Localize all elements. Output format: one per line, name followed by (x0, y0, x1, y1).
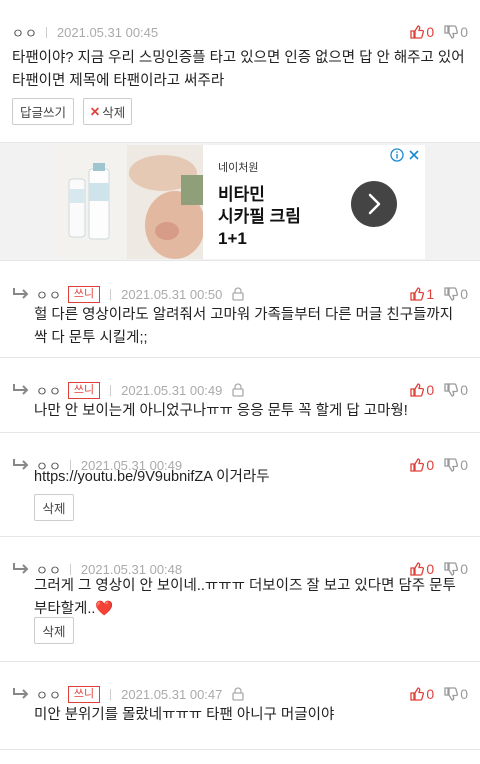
nickname: ㅇㅇ (12, 25, 38, 41)
reply-arrow-icon (13, 688, 29, 699)
comment-text: 헐 다른 영상이라도 알려줘서 고마워 가족들부터 다른 머글 친구들까지 싹 … (34, 307, 454, 346)
reply-button-label: 답글쓰기 (19, 106, 66, 120)
downvote-button[interactable]: 0 (444, 24, 468, 40)
delete-button[interactable]: ✕ 삭제 (83, 98, 132, 125)
upvote-count: 1 (426, 286, 435, 302)
thumbs-down-icon (444, 383, 459, 397)
reply-arrow-icon (13, 459, 29, 470)
reply-comment-5: ㅇㅇ 쓰니 2021.05.31 00:47 0 0 미안 분위기를 몰랐네ㅠㅠ… (0, 662, 480, 750)
ad-arrow-button[interactable] (351, 181, 397, 227)
ad-banner[interactable]: 네이처원 비타민 시카필 크림 1+1 (55, 145, 425, 259)
author-badge: 쓰니 (67, 381, 101, 399)
thumbs-up-icon (410, 383, 425, 397)
upvote-button[interactable]: 0 (410, 382, 434, 398)
vote-area: 0 0 (400, 686, 468, 702)
thumbs-down-icon (444, 687, 459, 701)
divider (110, 384, 112, 396)
reply-arrow-icon (13, 384, 29, 395)
upvote-button[interactable]: 0 (410, 686, 434, 702)
vote-area: 1 0 (400, 286, 468, 302)
reply-comment-2: ㅇㅇ 쓰니 2021.05.31 00:49 0 0 나만 안 보이는게 아니었… (0, 358, 480, 433)
ad-brand: 네이처원 (218, 162, 259, 174)
author-badge: 쓰니 (67, 285, 101, 303)
comment-1: ㅇㅇ 2021.05.31 00:45 0 0 타팬이야? 지금 우리 스밍인증… (0, 0, 480, 143)
delete-button[interactable]: 삭제 (34, 494, 74, 521)
comment-text: 타팬이야? 지금 우리 스밍인증플 타고 있으면 인증 없으면 답 안 해주고 … (12, 50, 465, 89)
close-icon: ✕ (89, 105, 101, 119)
delete-button[interactable]: 삭제 (34, 617, 74, 644)
downvote-count: 0 (460, 686, 468, 702)
thumbs-down-icon (444, 562, 459, 576)
reply-arrow-icon (13, 563, 29, 574)
comment-text[interactable]: https://youtu.be/9V9ubnifZA 이거라두 (34, 466, 466, 489)
vote-area: 0 0 (400, 24, 468, 40)
comment-text: 그러게 그 영상이 안 보이네..ㅠㅠㅠ 더보이즈 잘 보고 있다면 담주 문투… (34, 578, 456, 617)
reply-comment-4: ㅇㅇ 2021.05.31 00:48 0 0 그러게 그 영상이 안 보이네.… (0, 537, 480, 662)
divider (45, 26, 47, 38)
chevron-right-icon (368, 193, 381, 215)
timestamp: 2021.05.31 00:50 (121, 286, 223, 302)
vote-area: 0 0 (400, 382, 468, 398)
timestamp: 2021.05.31 00:47 (121, 686, 223, 702)
comment-meta: ㅇㅇ 쓰니 2021.05.31 00:50 (12, 285, 245, 303)
downvote-count: 0 (460, 382, 468, 398)
reply-arrow-icon (13, 288, 29, 299)
thumbs-up-icon (410, 562, 425, 576)
downvote-button[interactable]: 0 (444, 382, 468, 398)
comment-meta: ㅇㅇ 2021.05.31 00:45 (12, 24, 159, 41)
reply-comment-1: ㅇㅇ 쓰니 2021.05.31 00:50 1 0 헐 다른 영상이라도 알려… (0, 262, 480, 358)
thumbs-down-icon (444, 287, 459, 301)
timestamp: 2021.05.31 00:49 (121, 382, 223, 398)
upvote-count: 0 (426, 382, 435, 398)
thumbs-down-icon (444, 25, 459, 39)
upvote-button[interactable]: 1 (410, 286, 434, 302)
thumbs-up-icon (410, 287, 425, 301)
ad-product-image (55, 145, 203, 259)
lock-icon (232, 687, 245, 701)
downvote-button[interactable]: 0 (444, 286, 468, 302)
thumbs-up-icon (410, 687, 425, 701)
lock-icon (232, 383, 245, 397)
comment-text: 미안 분위기를 몰랐네ㅠㅠㅠ 타팬 아니구 머글이야 (34, 707, 335, 723)
nickname: ㅇㅇ (36, 687, 62, 703)
delete-button-label: 삭제 (102, 106, 126, 120)
downvote-button[interactable]: 0 (444, 686, 468, 702)
comment-meta: ㅇㅇ 쓰니 2021.05.31 00:49 (12, 381, 245, 399)
ad-headline: 비타민 시카필 크림 1+1 (218, 185, 301, 248)
ad-info-icon[interactable] (390, 148, 404, 162)
delete-button-label: 삭제 (42, 502, 66, 516)
divider (69, 563, 71, 575)
divider (110, 688, 112, 700)
upvote-count: 0 (426, 686, 435, 702)
divider (110, 288, 112, 300)
comment-meta: ㅇㅇ 쓰니 2021.05.31 00:47 (12, 685, 245, 703)
lock-icon (232, 287, 245, 301)
downvote-count: 0 (460, 286, 468, 302)
upvote-button[interactable]: 0 (410, 24, 434, 40)
upvote-count: 0 (426, 24, 435, 40)
author-badge: 쓰니 (67, 685, 101, 703)
thumbs-up-icon (410, 25, 425, 39)
nickname: ㅇㅇ (36, 383, 62, 399)
reply-comment-3: ㅇㅇ 2021.05.31 00:49 0 0 https://youtu.be… (0, 433, 480, 537)
delete-button-label: 삭제 (42, 625, 66, 639)
ad-close-icon[interactable] (407, 148, 421, 162)
timestamp: 2021.05.31 00:45 (56, 24, 159, 40)
nickname: ㅇㅇ (36, 287, 62, 303)
reply-button[interactable]: 답글쓰기 (12, 98, 74, 125)
ad-banner-container: 네이처원 비타민 시카필 크림 1+1 (0, 143, 480, 261)
downvote-count: 0 (460, 24, 468, 40)
comment-text: 나만 안 보이는게 아니었구나ㅠㅠ 응응 문투 꼭 할게 답 고마웡! (34, 403, 408, 419)
ad-choices (390, 148, 421, 162)
